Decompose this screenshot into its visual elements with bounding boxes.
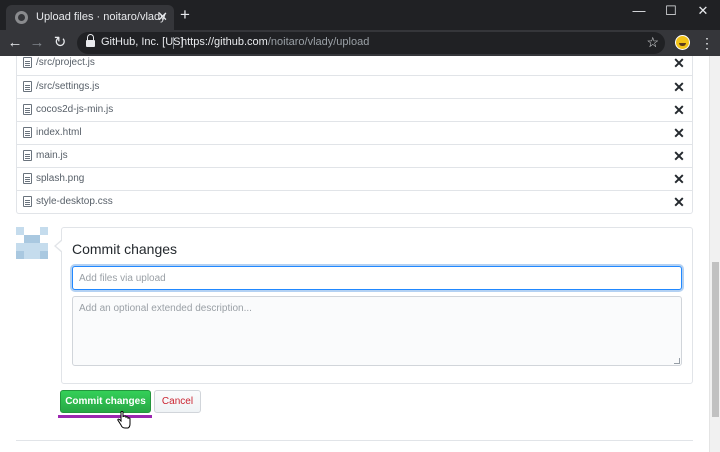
maximize-button[interactable]: ☐ [654, 0, 688, 22]
file-name: style-desktop.css [36, 196, 113, 207]
tab-close-icon[interactable]: ✕ [157, 8, 168, 25]
scrollbar-thumb[interactable] [712, 262, 719, 417]
forward-button[interactable]: → [27, 33, 47, 53]
file-row: style-desktop.css ✕ [17, 190, 692, 213]
file-icon [23, 173, 32, 184]
file-icon [23, 57, 32, 68]
file-icon [23, 127, 32, 138]
page-viewport: /src/project.js ✕ /src/settings.js ✕ coc… [0, 56, 709, 452]
menu-icon[interactable]: ⋮ [699, 33, 715, 53]
remove-file-icon[interactable]: ✕ [672, 148, 686, 164]
remove-file-icon[interactable]: ✕ [672, 102, 686, 118]
file-name: cocos2d-js-min.js [36, 104, 114, 115]
remove-file-icon[interactable]: ✕ [672, 125, 686, 141]
site-identity[interactable]: GitHub, Inc. [US] [101, 36, 184, 48]
back-button[interactable]: ← [5, 33, 25, 53]
tab-title: Upload files · noitaro/vlady [36, 11, 166, 23]
remove-file-icon[interactable]: ✕ [672, 171, 686, 187]
cancel-button[interactable]: Cancel [154, 390, 201, 413]
hand-cursor-icon [117, 411, 131, 429]
file-row: /src/project.js ✕ [17, 56, 692, 75]
file-icon [23, 104, 32, 115]
commit-changes-button[interactable]: Commit changes [60, 390, 151, 413]
file-name: /src/project.js [36, 57, 95, 68]
uploaded-file-list: /src/project.js ✕ /src/settings.js ✕ coc… [16, 56, 693, 214]
file-icon [23, 196, 32, 207]
file-row: splash.png ✕ [17, 167, 692, 190]
browser-tab[interactable]: Upload files · noitaro/vlady ✕ [6, 5, 174, 30]
file-row: cocos2d-js-min.js ✕ [17, 98, 692, 121]
remove-file-icon[interactable]: ✕ [672, 56, 686, 71]
remove-file-icon[interactable]: ✕ [672, 79, 686, 95]
minimize-button[interactable]: — [622, 0, 656, 22]
url-text[interactable]: https://github.com/noitaro/vlady/upload [181, 36, 369, 48]
commit-summary-input[interactable] [72, 266, 682, 290]
file-row: /src/settings.js ✕ [17, 75, 692, 98]
file-icon [23, 81, 32, 92]
address-bar[interactable]: GitHub, Inc. [US] https://github.com/noi… [77, 32, 665, 54]
highlight-underline [58, 415, 152, 418]
commit-description-textarea[interactable] [72, 296, 682, 366]
remove-file-icon[interactable]: ✕ [672, 194, 686, 210]
browser-title-bar: Upload files · noitaro/vlady ✕ + — ☐ ✕ [0, 0, 720, 30]
commit-form: Commit changes [54, 227, 693, 384]
window-close-button[interactable]: ✕ [686, 0, 720, 22]
divider [16, 440, 693, 441]
file-icon [23, 150, 32, 161]
github-favicon-icon [15, 11, 28, 24]
profile-icon[interactable] [675, 35, 690, 50]
avatar [16, 227, 48, 259]
lock-icon[interactable] [86, 34, 95, 47]
vertical-scrollbar[interactable] [709, 56, 720, 452]
resize-handle-icon[interactable] [674, 358, 680, 364]
file-name: /src/settings.js [36, 81, 100, 92]
star-icon[interactable]: ☆ [646, 34, 659, 51]
browser-toolbar: ← → ↻ GitHub, Inc. [US] https://github.c… [0, 30, 720, 56]
new-tab-button[interactable]: + [180, 6, 190, 23]
file-name: splash.png [36, 173, 85, 184]
reload-button[interactable]: ↻ [50, 33, 70, 53]
file-name: index.html [36, 127, 82, 138]
file-row: main.js ✕ [17, 144, 692, 167]
omnibox-divider [173, 37, 174, 49]
file-name: main.js [36, 150, 68, 161]
file-row: index.html ✕ [17, 121, 692, 144]
commit-heading: Commit changes [72, 241, 178, 257]
